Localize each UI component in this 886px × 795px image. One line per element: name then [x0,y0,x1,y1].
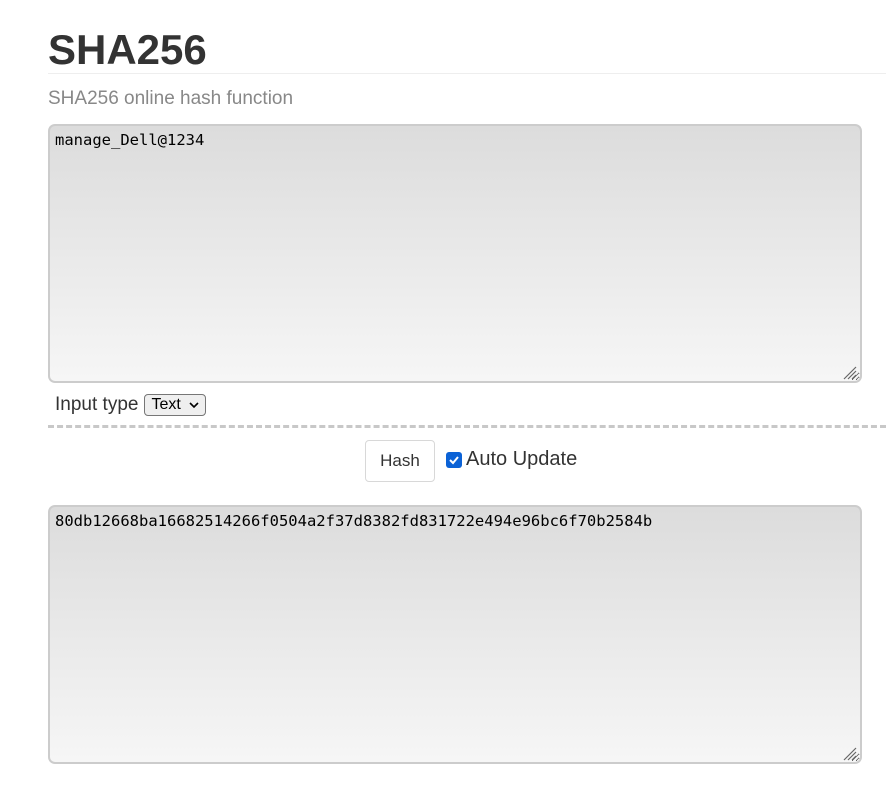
title-divider [48,73,886,74]
page-title: SHA256 [48,26,207,73]
chevron-down-icon [189,401,199,408]
page-subtitle: SHA256 online hash function [48,88,294,109]
hash-button[interactable]: Hash [365,440,435,482]
section-divider [48,425,886,428]
output-textarea[interactable]: 80db12668ba16682514266f0504a2f37d8382fd8… [48,505,862,764]
checkmark-icon [449,455,459,464]
input-type-selected: Text [151,396,181,413]
input-type-select[interactable]: Text [144,394,206,416]
input-type-label: Input type [55,394,139,415]
input-type-row: Input type Text [55,394,206,416]
input-textarea[interactable]: manage_Dell@1234 [48,124,862,383]
auto-update-toggle[interactable]: Auto Update [446,448,577,471]
auto-update-checkbox[interactable] [446,451,462,468]
auto-update-label: Auto Update [466,448,578,470]
